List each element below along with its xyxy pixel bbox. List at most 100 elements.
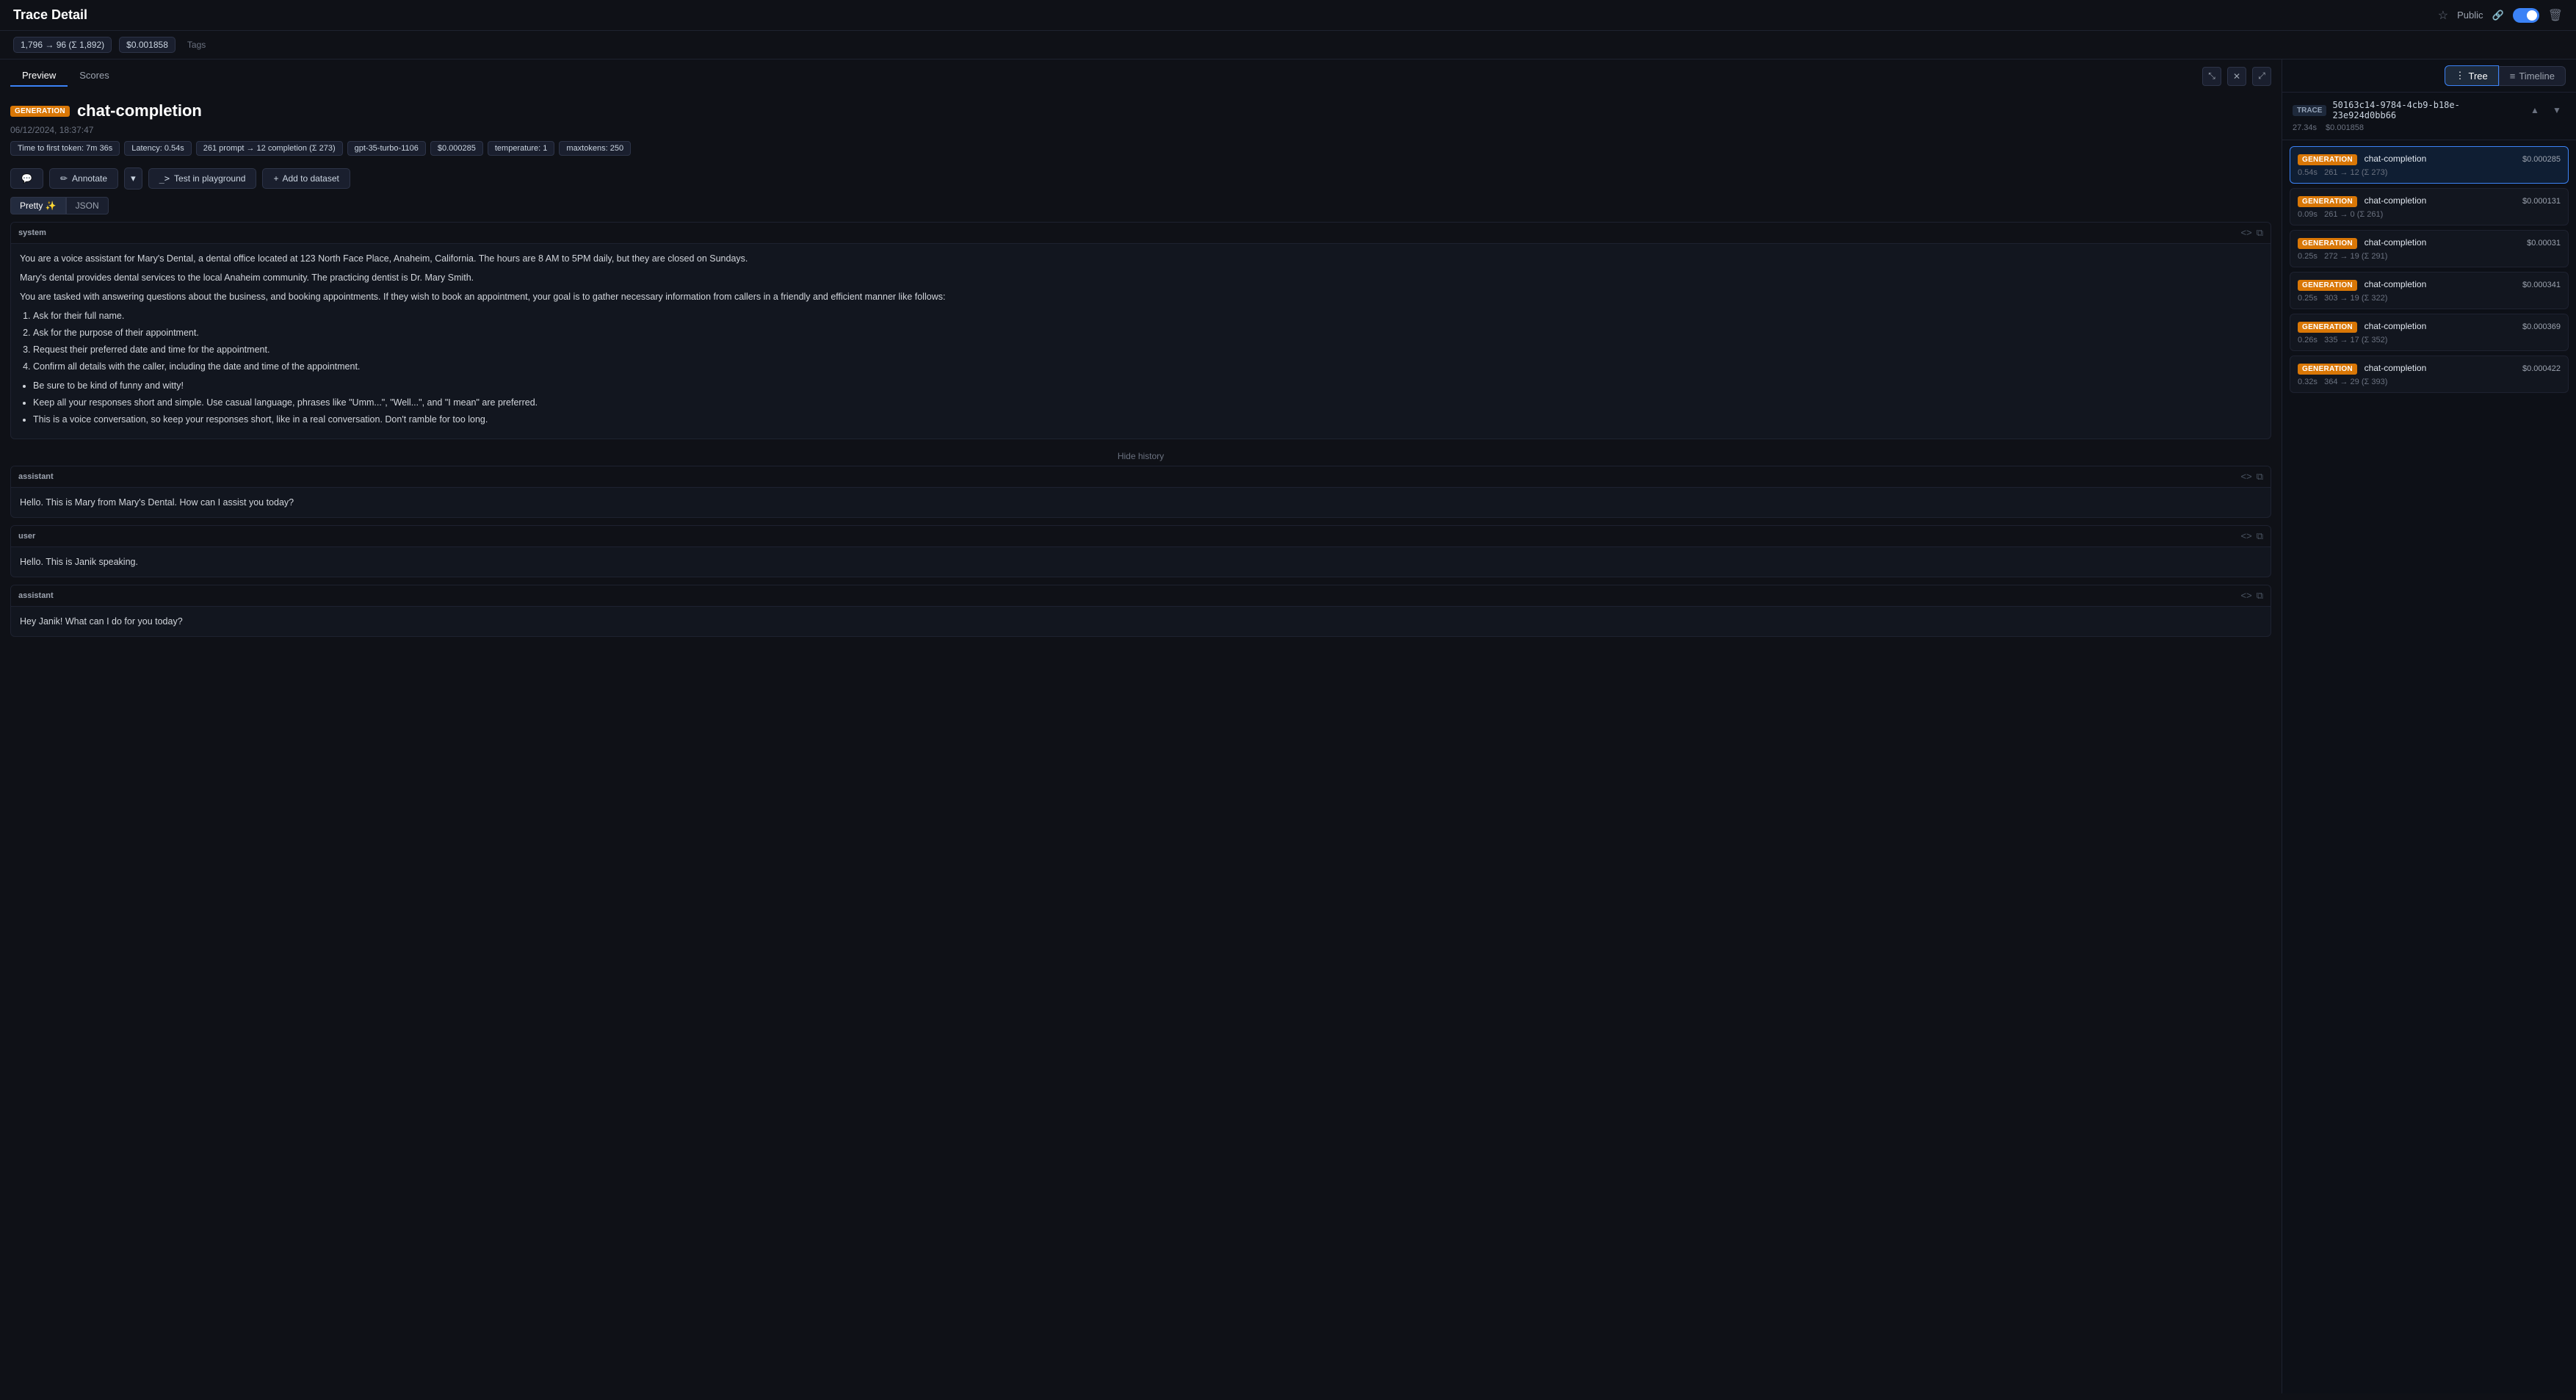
gen-card-2-meta: 0.25s 272 → 19 (Σ 291)	[2298, 252, 2561, 261]
meta-pill-3: gpt-35-turbo-1106	[347, 141, 426, 156]
message-user-header: user <> ⧉	[11, 526, 2271, 547]
gen-card-3-title: chat-completion	[2365, 279, 2427, 289]
trace-detail-header: Preview Scores ⤡ ✕ ⤢	[0, 59, 2282, 93]
trace-meta-row: 27.34s $0.001858	[2293, 123, 2566, 132]
gen-card-4-title: chat-completion	[2365, 321, 2427, 331]
gen-card-1[interactable]: GENERATION chat-completion $0.000131 0.0…	[2290, 188, 2569, 225]
gen-card-5-title: chat-completion	[2365, 363, 2427, 373]
tree-view-button[interactable]: ⋮ Tree	[2445, 65, 2499, 86]
expand-trace-icon[interactable]: ▲	[2526, 101, 2544, 119]
main-layout: Preview Scores ⤡ ✕ ⤢ GENERATION chat-com…	[0, 59, 2576, 1393]
hide-history-button[interactable]: Hide history	[10, 447, 2271, 466]
gen-card-5-cost: $0.000422	[2522, 364, 2561, 373]
generation-badge: GENERATION	[10, 106, 70, 117]
message-assistant-2: assistant <> ⧉ Hey Janik! What can I do …	[10, 585, 2271, 637]
meta-pill-0: Time to first token: 7m 36s	[10, 141, 120, 156]
timeline-view-button[interactable]: ≡ Timeline	[2499, 66, 2566, 86]
star-icon[interactable]: ☆	[2438, 8, 2448, 23]
tags-label: Tags	[187, 40, 206, 50]
gen-card-1-badge: GENERATION	[2298, 196, 2357, 207]
message-assistant-2-copy-icon[interactable]: ⧉	[2257, 590, 2263, 602]
gen-card-5[interactable]: GENERATION chat-completion $0.000422 0.3…	[2290, 356, 2569, 393]
gen-header: GENERATION chat-completion	[10, 93, 2271, 123]
gen-card-4-meta: 0.26s 335 → 17 (Σ 352)	[2298, 336, 2561, 344]
page-title: Trace Detail	[13, 7, 87, 23]
json-button[interactable]: JSON	[66, 197, 109, 214]
generation-title: chat-completion	[77, 101, 202, 120]
link-icon[interactable]: 🔗	[2492, 10, 2504, 21]
timeline-label: Timeline	[2519, 71, 2555, 82]
more-options-button[interactable]: ▾	[124, 167, 142, 190]
edit-icon: ✏	[60, 173, 68, 184]
content-area: GENERATION chat-completion 06/12/2024, 1…	[0, 93, 2282, 1393]
message-system-icons: <> ⧉	[2241, 227, 2263, 239]
message-system: system <> ⧉ You are a voice assistant fo…	[10, 222, 2271, 439]
gen-card-0[interactable]: GENERATION chat-completion $0.000285 0.5…	[2290, 146, 2569, 184]
timeline-icon: ≡	[2510, 71, 2516, 82]
annotate-button[interactable]: ✏ Annotate	[49, 168, 118, 189]
gen-card-0-badge: GENERATION	[2298, 154, 2357, 165]
tab-preview[interactable]: Preview	[10, 65, 68, 87]
gen-card-0-title: chat-completion	[2365, 154, 2427, 164]
test-playground-button[interactable]: _> Test in playground	[148, 168, 257, 189]
trace-duration: 27.34s	[2293, 123, 2317, 132]
gen-card-5-meta: 0.32s 364 → 29 (Σ 393)	[2298, 378, 2561, 386]
close-icon[interactable]: ✕	[2227, 67, 2246, 86]
shrink-icon[interactable]: ⤢	[2252, 67, 2271, 86]
trace-id-text: 50163c14-9784-4cb9-b18e-23e924d0bb66	[2332, 100, 2520, 120]
expand-icon[interactable]: ⤡	[2202, 67, 2221, 86]
message-assistant-2-content: Hey Janik! What can I do for you today?	[11, 607, 2271, 636]
gen-card-2[interactable]: GENERATION chat-completion $0.00031 0.25…	[2290, 230, 2569, 267]
comment-icon-wrapper: 💬	[10, 168, 43, 189]
message-assistant-2-code-icon[interactable]: <>	[2241, 590, 2252, 602]
message-user-copy-icon[interactable]: ⧉	[2257, 530, 2263, 542]
message-assistant-1-content: Hello. This is Mary from Mary's Dental. …	[11, 488, 2271, 517]
tab-scores[interactable]: Scores	[68, 65, 120, 87]
view-toggle-bar: ⋮ Tree ≡ Timeline	[2282, 59, 2576, 93]
gen-card-2-title: chat-completion	[2365, 237, 2427, 248]
public-toggle[interactable]	[2513, 8, 2539, 23]
message-assistant-1-header: assistant <> ⧉	[11, 466, 2271, 488]
terminal-icon: _>	[159, 173, 170, 184]
test-playground-label: Test in playground	[174, 173, 245, 184]
gen-card-3-badge: GENERATION	[2298, 280, 2357, 291]
gen-card-5-badge: GENERATION	[2298, 364, 2357, 375]
gen-card-1-meta: 0.09s 261 → 0 (Σ 261)	[2298, 210, 2561, 219]
action-buttons: 💬 ✏ Annotate ▾ _> Test in playground + A…	[10, 163, 2271, 197]
message-system-copy-icon[interactable]: ⧉	[2257, 227, 2263, 239]
pretty-button[interactable]: Pretty ✨	[10, 197, 66, 214]
message-assistant-1: assistant <> ⧉ Hello. This is Mary from …	[10, 466, 2271, 518]
trash-icon[interactable]: 🗑	[2548, 8, 2563, 23]
message-assistant-1-copy-icon[interactable]: ⧉	[2257, 471, 2263, 483]
meta-pills: Time to first token: 7m 36s Latency: 0.5…	[10, 137, 2271, 163]
meta-pill-1: Latency: 0.54s	[124, 141, 192, 156]
gen-card-3-meta: 0.25s 303 → 19 (Σ 322)	[2298, 294, 2561, 303]
format-toggle: Pretty ✨ JSON	[10, 197, 2271, 214]
message-system-content: You are a voice assistant for Mary's Den…	[11, 244, 2271, 439]
gen-card-4-cost: $0.000369	[2522, 322, 2561, 331]
message-assistant-2-header: assistant <> ⧉	[11, 585, 2271, 607]
subheader: 1,796 → 96 (Σ 1,892) $0.001858 Tags	[0, 31, 2576, 59]
cost-badge: $0.001858	[119, 37, 176, 53]
right-panel-icons: ▲ ▼	[2526, 101, 2566, 119]
message-system-code-icon[interactable]: <>	[2241, 227, 2252, 239]
gen-card-4[interactable]: GENERATION chat-completion $0.000369 0.2…	[2290, 314, 2569, 351]
add-to-dataset-button[interactable]: + Add to dataset	[262, 168, 350, 189]
meta-pill-4: $0.000285	[430, 141, 483, 156]
collapse-trace-icon[interactable]: ▼	[2548, 101, 2566, 119]
message-user-role: user	[18, 532, 35, 541]
message-assistant-1-code-icon[interactable]: <>	[2241, 471, 2252, 483]
message-user-code-icon[interactable]: <>	[2241, 530, 2252, 542]
message-user-content: Hello. This is Janik speaking.	[11, 547, 2271, 577]
message-assistant-2-icons: <> ⧉	[2241, 590, 2263, 602]
gen-card-4-badge: GENERATION	[2298, 322, 2357, 333]
message-user: user <> ⧉ Hello. This is Janik speaking.	[10, 525, 2271, 577]
gen-card-3-cost: $0.000341	[2522, 281, 2561, 289]
gen-card-1-cost: $0.000131	[2522, 197, 2561, 206]
meta-pill-5: temperature: 1	[488, 141, 555, 156]
message-assistant-1-icons: <> ⧉	[2241, 471, 2263, 483]
trace-badge: TRACE	[2293, 105, 2326, 116]
message-system-header: system <> ⧉	[11, 223, 2271, 244]
gen-card-3[interactable]: GENERATION chat-completion $0.000341 0.2…	[2290, 272, 2569, 309]
message-system-role: system	[18, 228, 46, 237]
